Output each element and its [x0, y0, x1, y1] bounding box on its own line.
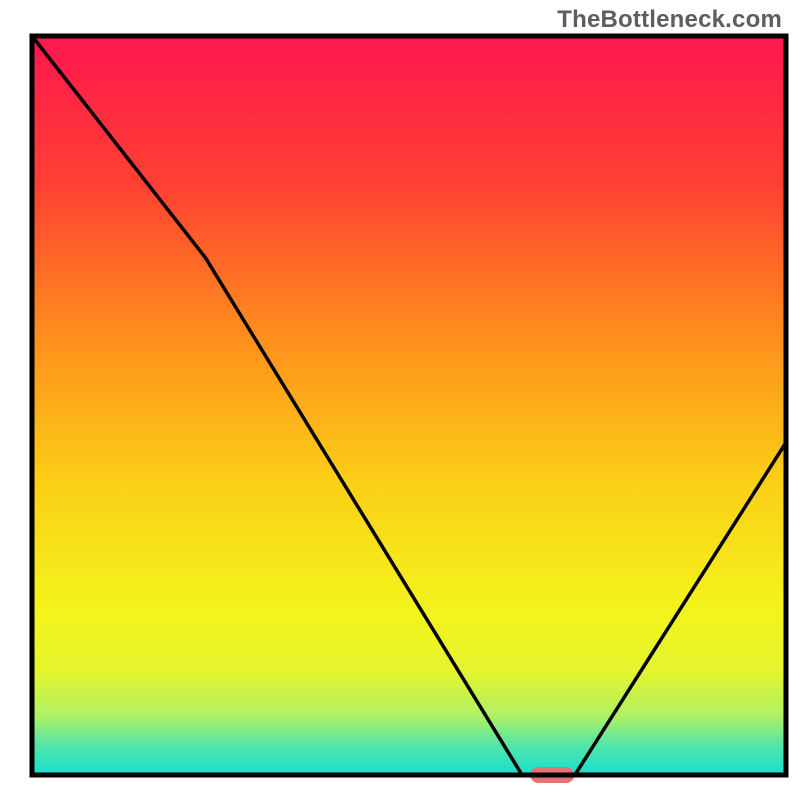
chart-background	[32, 36, 786, 775]
bottleneck-chart	[0, 0, 800, 800]
watermark-text: TheBottleneck.com	[557, 6, 782, 34]
chart-container: TheBottleneck.com	[0, 0, 800, 800]
